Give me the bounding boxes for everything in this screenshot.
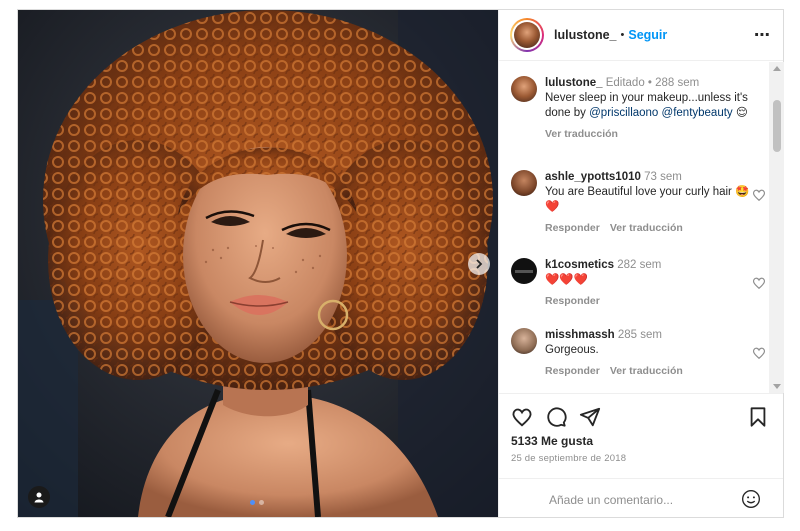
comment-actions: Responder Ver traducción (545, 364, 750, 379)
caption-comment: lulustone_ Editado • 288 sem Never sleep… (511, 76, 766, 142)
comment-meta: 282 sem (617, 259, 662, 271)
emoji-icon[interactable] (741, 489, 761, 509)
action-icons-row (511, 406, 771, 430)
comment-username[interactable]: misshmassh (545, 329, 615, 341)
chevron-right-icon (476, 259, 483, 269)
avatar[interactable] (511, 258, 537, 284)
scroll-down-arrow[interactable] (773, 384, 781, 389)
carousel-next-button[interactable] (468, 253, 490, 275)
comment-icon[interactable] (545, 406, 567, 428)
likes-count[interactable]: 5133 Me gusta (511, 434, 593, 448)
more-options-icon[interactable]: ⋯ (754, 25, 771, 45)
post-actions: 5133 Me gusta 25 de septiembre de 2018 A… (499, 393, 783, 508)
follow-button[interactable]: Seguir (628, 28, 667, 42)
user-icon (34, 492, 44, 503)
post-modal: lulustone_ • Seguir ⋯ lulustone_ Editado… (17, 9, 784, 518)
post-sidebar: lulustone_ • Seguir ⋯ lulustone_ Editado… (498, 10, 784, 517)
comments-list[interactable]: lulustone_ Editado • 288 sem Never sleep… (499, 62, 769, 392)
carousel-dot-active (250, 500, 255, 505)
share-icon[interactable] (579, 406, 601, 428)
author-username[interactable]: lulustone_ (554, 28, 617, 42)
translate-link[interactable]: Ver traducción (610, 364, 683, 379)
comment-username[interactable]: ashle_ypotts1010 (545, 171, 641, 183)
comment-text: Gorgeous. (545, 344, 599, 356)
comment-text: ❤️❤️❤️ (545, 274, 588, 286)
reply-link[interactable]: Responder (545, 221, 600, 236)
comment-item: k1cosmetics 282 sem ❤️❤️❤️ Responder (511, 258, 766, 309)
avatar[interactable] (511, 328, 537, 354)
comment-meta: 285 sem (617, 329, 662, 341)
reply-link[interactable]: Responder (545, 294, 600, 309)
post-header: lulustone_ • Seguir ⋯ (499, 10, 783, 61)
comment-item: misshmassh 285 sem Gorgeous. Responder V… (511, 328, 766, 379)
comments-scrollbar[interactable] (769, 62, 784, 393)
comment-meta: Editado • 288 sem (605, 77, 700, 89)
carousel-dot (259, 500, 264, 505)
avatar[interactable] (511, 170, 537, 196)
avatar[interactable] (511, 76, 537, 102)
comment-item: ashle_ypotts1010 73 sem You are Beautifu… (511, 170, 766, 236)
like-heart-icon[interactable] (511, 406, 533, 428)
tagged-users-button[interactable] (28, 486, 50, 508)
heart-icon[interactable] (752, 188, 766, 202)
carousel-indicator (250, 500, 264, 505)
comment-actions: Responder (545, 294, 750, 309)
add-comment-bar: Añade un comentario... (499, 478, 783, 518)
comment-actions: Responder Ver traducción (545, 221, 750, 236)
scroll-thumb[interactable] (773, 100, 781, 152)
translate-link[interactable]: Ver traducción (610, 221, 683, 236)
portrait-image (18, 10, 498, 517)
scroll-up-arrow[interactable] (773, 66, 781, 71)
mention-link[interactable]: @priscillaono (589, 107, 658, 119)
heart-icon[interactable] (752, 346, 766, 360)
mention-link[interactable]: @fentybeauty (662, 107, 733, 119)
comment-text: You are Beautiful love your curly hair 🤩… (545, 186, 750, 213)
separator: • (620, 29, 625, 41)
post-photo[interactable] (18, 10, 498, 517)
translate-link[interactable]: Ver traducción (545, 127, 618, 142)
reply-link[interactable]: Responder (545, 364, 600, 379)
author-avatar[interactable] (510, 18, 544, 52)
comment-meta: 73 sem (644, 171, 682, 183)
comment-actions: Ver traducción (545, 127, 750, 142)
post-date: 25 de septiembre de 2018 (511, 453, 627, 464)
comment-username[interactable]: lulustone_ (545, 77, 603, 89)
comment-input[interactable]: Añade un comentario... (549, 493, 673, 507)
heart-icon[interactable] (752, 276, 766, 290)
comment-username[interactable]: k1cosmetics (545, 259, 614, 271)
comment-emoji: 😌 (735, 107, 748, 119)
bookmark-icon[interactable] (747, 406, 769, 428)
